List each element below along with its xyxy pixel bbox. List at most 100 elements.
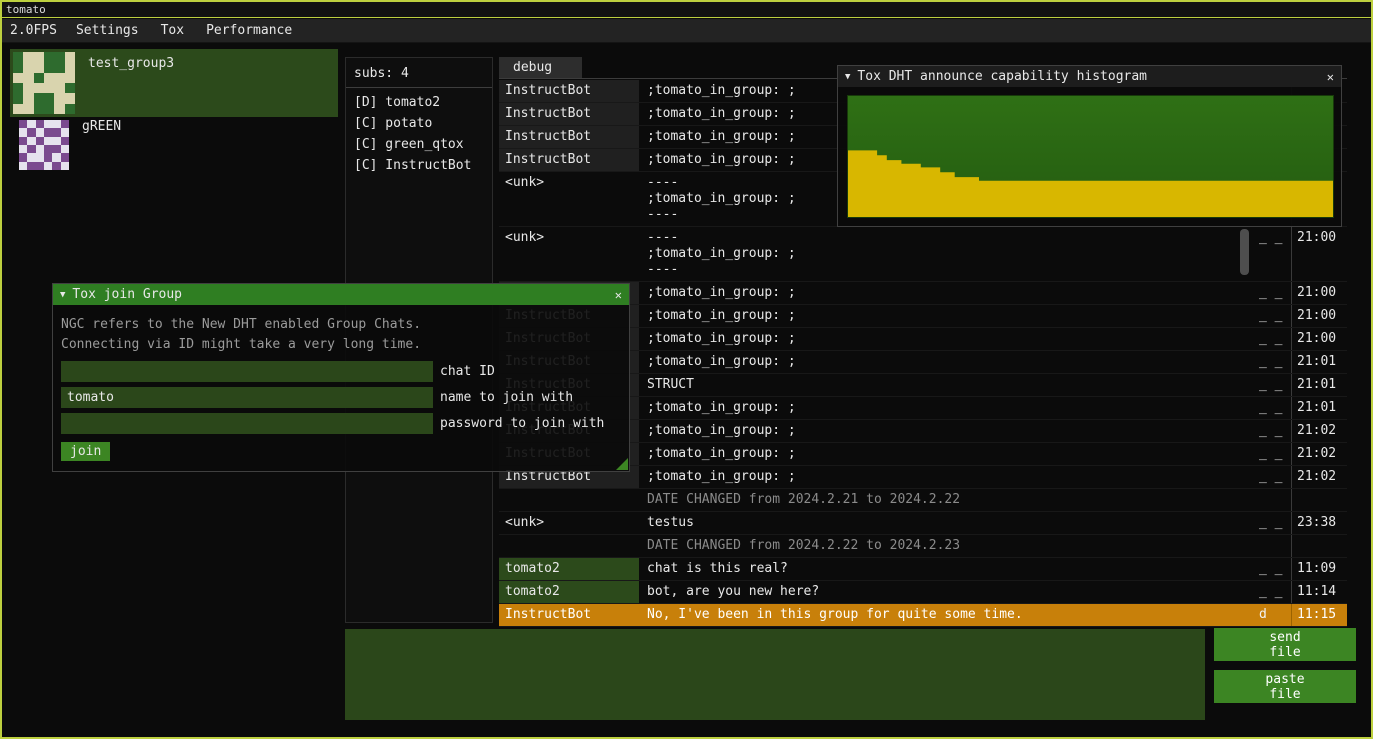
message-time: 21:02 [1291,466,1347,488]
message-status: _ _ [1257,305,1291,327]
chat-message-row: DATE CHANGED from 2024.2.22 to 2024.2.23 [499,535,1347,558]
subs-count: subs: 4 [346,58,492,88]
join-name-input[interactable]: tomato [61,387,433,408]
message-time: 21:01 [1291,351,1347,373]
message-input[interactable] [345,629,1205,720]
join-fields: chat ID tomato name to join with passwor… [61,361,621,461]
message-time: 21:02 [1291,420,1347,442]
message-author: InstructBot [499,103,639,125]
window-titlebar[interactable]: tomato [2,2,1371,18]
message-author: <unk> [499,227,639,281]
message-time: 21:01 [1291,374,1347,396]
sidebar-item-test-group3[interactable]: test_group3 [10,49,338,117]
message-time: 21:00 [1291,227,1347,281]
ngc-info-line-1: NGC refers to the New DHT enabled Group … [61,315,621,335]
member-list-item[interactable]: [D] tomato2 [346,92,492,113]
fps-counter: 2.0FPS [2,19,65,42]
ngc-info-line-2: Connecting via ID might take a very long… [61,335,621,355]
tab-debug[interactable]: debug [499,57,582,78]
menu-item[interactable]: Settings [65,19,150,42]
message-status: _ _ [1257,443,1291,465]
group-name: gREEN [82,119,121,175]
message-text: ;tomato_in_group: ; [639,351,1257,373]
message-author: tomato2 [499,581,639,603]
paste-file-button[interactable]: paste file [1214,670,1356,703]
message-time: 11:09 [1291,558,1347,580]
message-status: _ _ [1257,466,1291,488]
message-status: _ _ [1257,581,1291,603]
message-author: <unk> [499,172,639,226]
close-icon[interactable]: ✕ [615,288,622,302]
join-name-label: name to join with [440,390,573,405]
message-text: ;tomato_in_group: ; [639,420,1257,442]
message-author: <unk> [499,512,639,534]
message-author: tomato2 [499,558,639,580]
message-author: InstructBot [499,149,639,171]
message-text: chat is this real? [639,558,1257,580]
message-text: ;tomato_in_group: ; [639,282,1257,304]
message-text: ---- ;tomato_in_group: ; ---- [639,227,1257,281]
message-time: 21:01 [1291,397,1347,419]
sidebar-item-green[interactable]: gREEN [10,119,338,175]
dht-histogram-title: Tox DHT announce capability histogram [857,69,1147,84]
message-text: STRUCT [639,374,1257,396]
message-status: d [1257,604,1291,626]
message-text: ;tomato_in_group: ; [639,305,1257,327]
resize-grip[interactable] [616,458,628,470]
join-password-row: password to join with [61,413,621,434]
message-status: _ _ [1257,374,1291,396]
message-status: _ _ [1257,351,1291,373]
join-group-titlebar[interactable]: ▼ Tox join Group ✕ [53,284,629,305]
join-group-title: Tox join Group [72,287,182,302]
menubar: 2.0FPS Settings Tox Performance [2,19,1371,43]
message-text: DATE CHANGED from 2024.2.22 to 2024.2.23 [639,535,1257,557]
message-text: ;tomato_in_group: ; [639,466,1257,488]
chat-scrollbar[interactable] [1240,229,1249,275]
message-text: testus [639,512,1257,534]
member-list-item[interactable]: [C] potato [346,113,492,134]
message-status: _ _ [1257,558,1291,580]
member-list-item[interactable]: [C] green_qtox [346,134,492,155]
message-status: _ _ [1257,420,1291,442]
window-title: tomato [6,3,46,16]
member-list-item[interactable]: [C] InstructBot [346,155,492,176]
message-author: InstructBot [499,604,639,626]
chat-id-row: chat ID [61,361,621,382]
message-author [499,535,639,557]
join-group-body: NGC refers to the New DHT enabled Group … [53,305,629,461]
message-author: InstructBot [499,126,639,148]
message-status [1257,535,1291,557]
message-time [1291,535,1347,557]
join-password-label: password to join with [440,416,604,431]
group-avatar [19,120,69,170]
join-button[interactable]: join [61,442,110,461]
member-list: [D] tomato2 [C] potato [C] green_qtox [C… [346,88,492,176]
close-icon[interactable]: ✕ [1327,70,1334,84]
group-avatar [13,52,75,114]
menu-items: Settings Tox Performance [65,19,303,42]
chat-id-input[interactable] [61,361,433,382]
chat-id-label: chat ID [440,364,495,379]
join-name-row: tomato name to join with [61,387,621,408]
message-author [499,489,639,511]
dht-histogram-area [848,96,1333,217]
menu-item[interactable]: Performance [195,19,303,42]
collapse-icon[interactable]: ▼ [60,290,65,300]
dht-histogram-titlebar[interactable]: ▼ Tox DHT announce capability histogram … [838,66,1341,87]
chat-message-row: tomato2 chat is this real? _ _ 11:09 [499,558,1347,581]
menu-item[interactable]: Tox [150,19,195,42]
dht-histogram-plot [847,95,1334,218]
collapse-icon[interactable]: ▼ [845,72,850,82]
message-text: ;tomato_in_group: ; [639,443,1257,465]
message-status [1257,489,1291,511]
message-time: 21:02 [1291,443,1347,465]
message-status: _ _ [1257,282,1291,304]
message-time: 21:00 [1291,328,1347,350]
send-file-button[interactable]: send file [1214,628,1356,661]
message-time: 21:00 [1291,305,1347,327]
message-time: 11:14 [1291,581,1347,603]
group-name: test_group3 [88,56,174,117]
message-time [1291,489,1347,511]
join-password-input[interactable] [61,413,433,434]
message-status: _ _ [1257,397,1291,419]
